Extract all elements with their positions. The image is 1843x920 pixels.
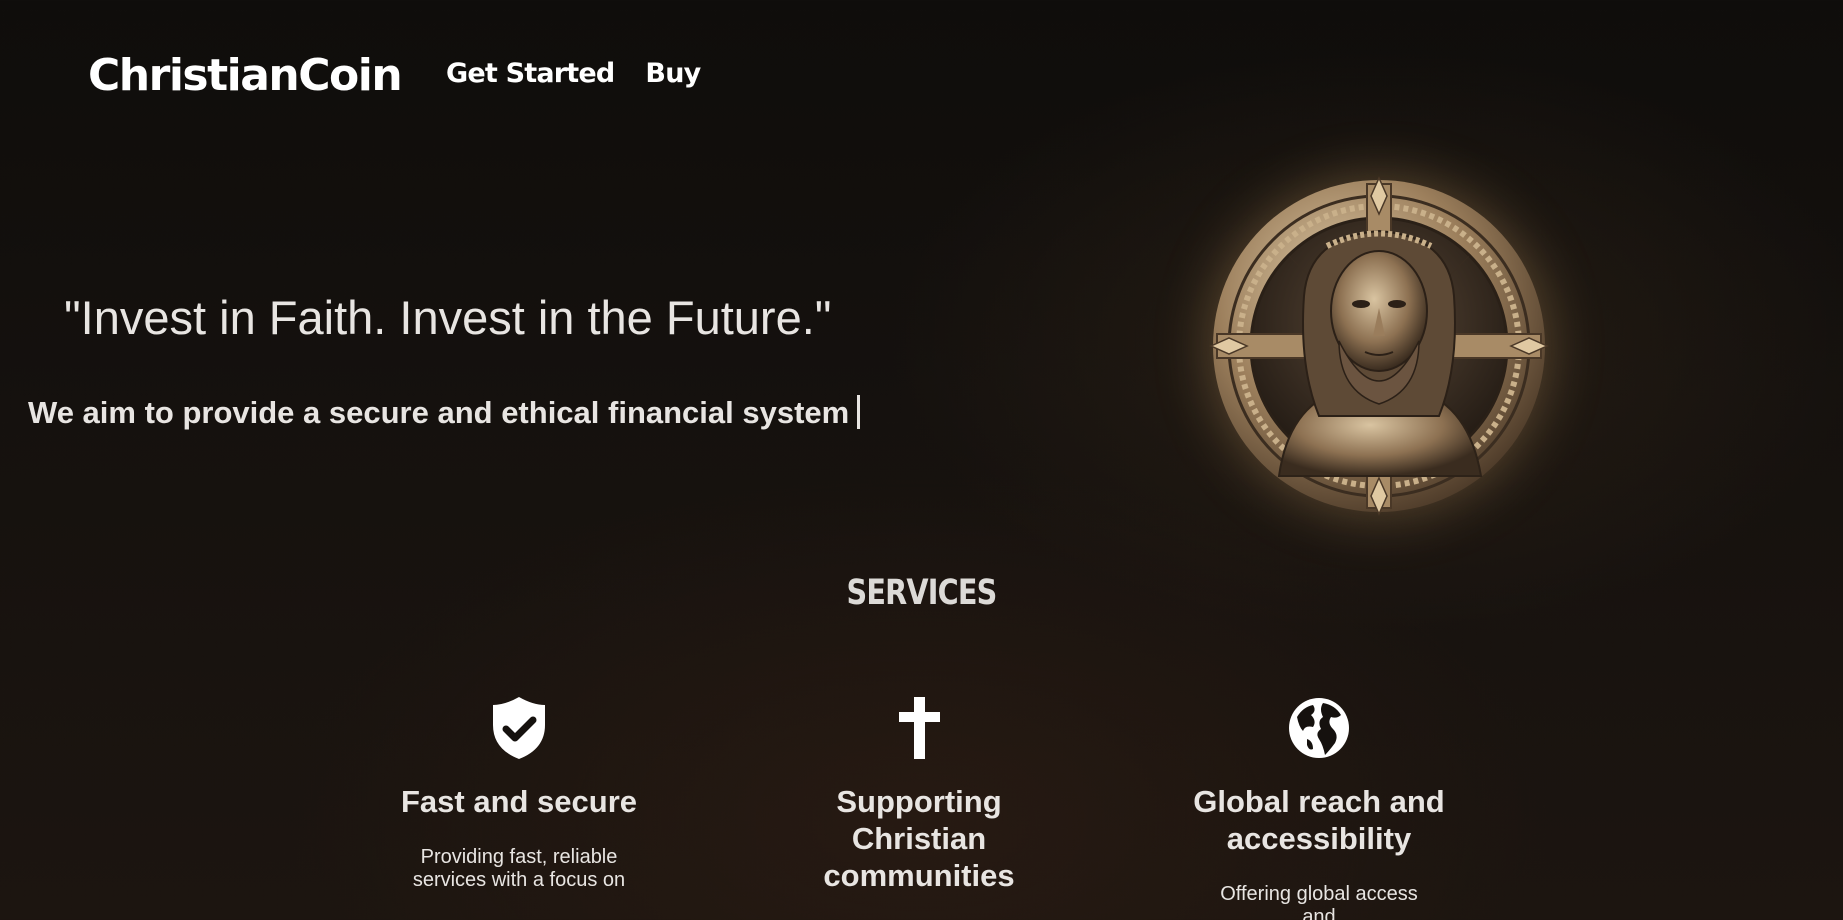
service-title: Supporting Christian communities (823, 784, 1015, 893)
service-card-fast-secure: Fast and secure Providing fast, reliable… (359, 695, 679, 892)
cross-icon (899, 697, 940, 759)
nav-get-started-link[interactable]: Get Started (446, 52, 615, 96)
main-nav: Get Started Buy (446, 52, 701, 96)
globe-icon (1289, 698, 1349, 758)
services-title: SERVICES (846, 573, 997, 613)
nav-buy-link[interactable]: Buy (645, 52, 701, 96)
service-description: Offering global access and (1220, 883, 1418, 920)
jesus-coin-image (1209, 176, 1549, 516)
hero-mission-text: We aim to provide a secure and ethical f… (28, 392, 861, 434)
logo[interactable]: ChristianCoin (88, 44, 403, 108)
hero-tagline: "Invest in Faith. Invest in the Future." (64, 291, 832, 344)
service-description: Providing fast, reliable services with a… (412, 846, 626, 891)
shield-check-icon (493, 697, 545, 759)
typing-caret (857, 395, 861, 429)
service-card-christian-communities: Supporting Christian communities (759, 695, 1079, 920)
service-title: Global reach and accessibility (1193, 784, 1445, 856)
service-card-global-reach: Global reach and accessibility Offering … (1159, 695, 1479, 920)
service-title: Fast and secure (400, 784, 638, 819)
typewriter-text: We aim to provide a secure and ethical f… (28, 395, 850, 430)
